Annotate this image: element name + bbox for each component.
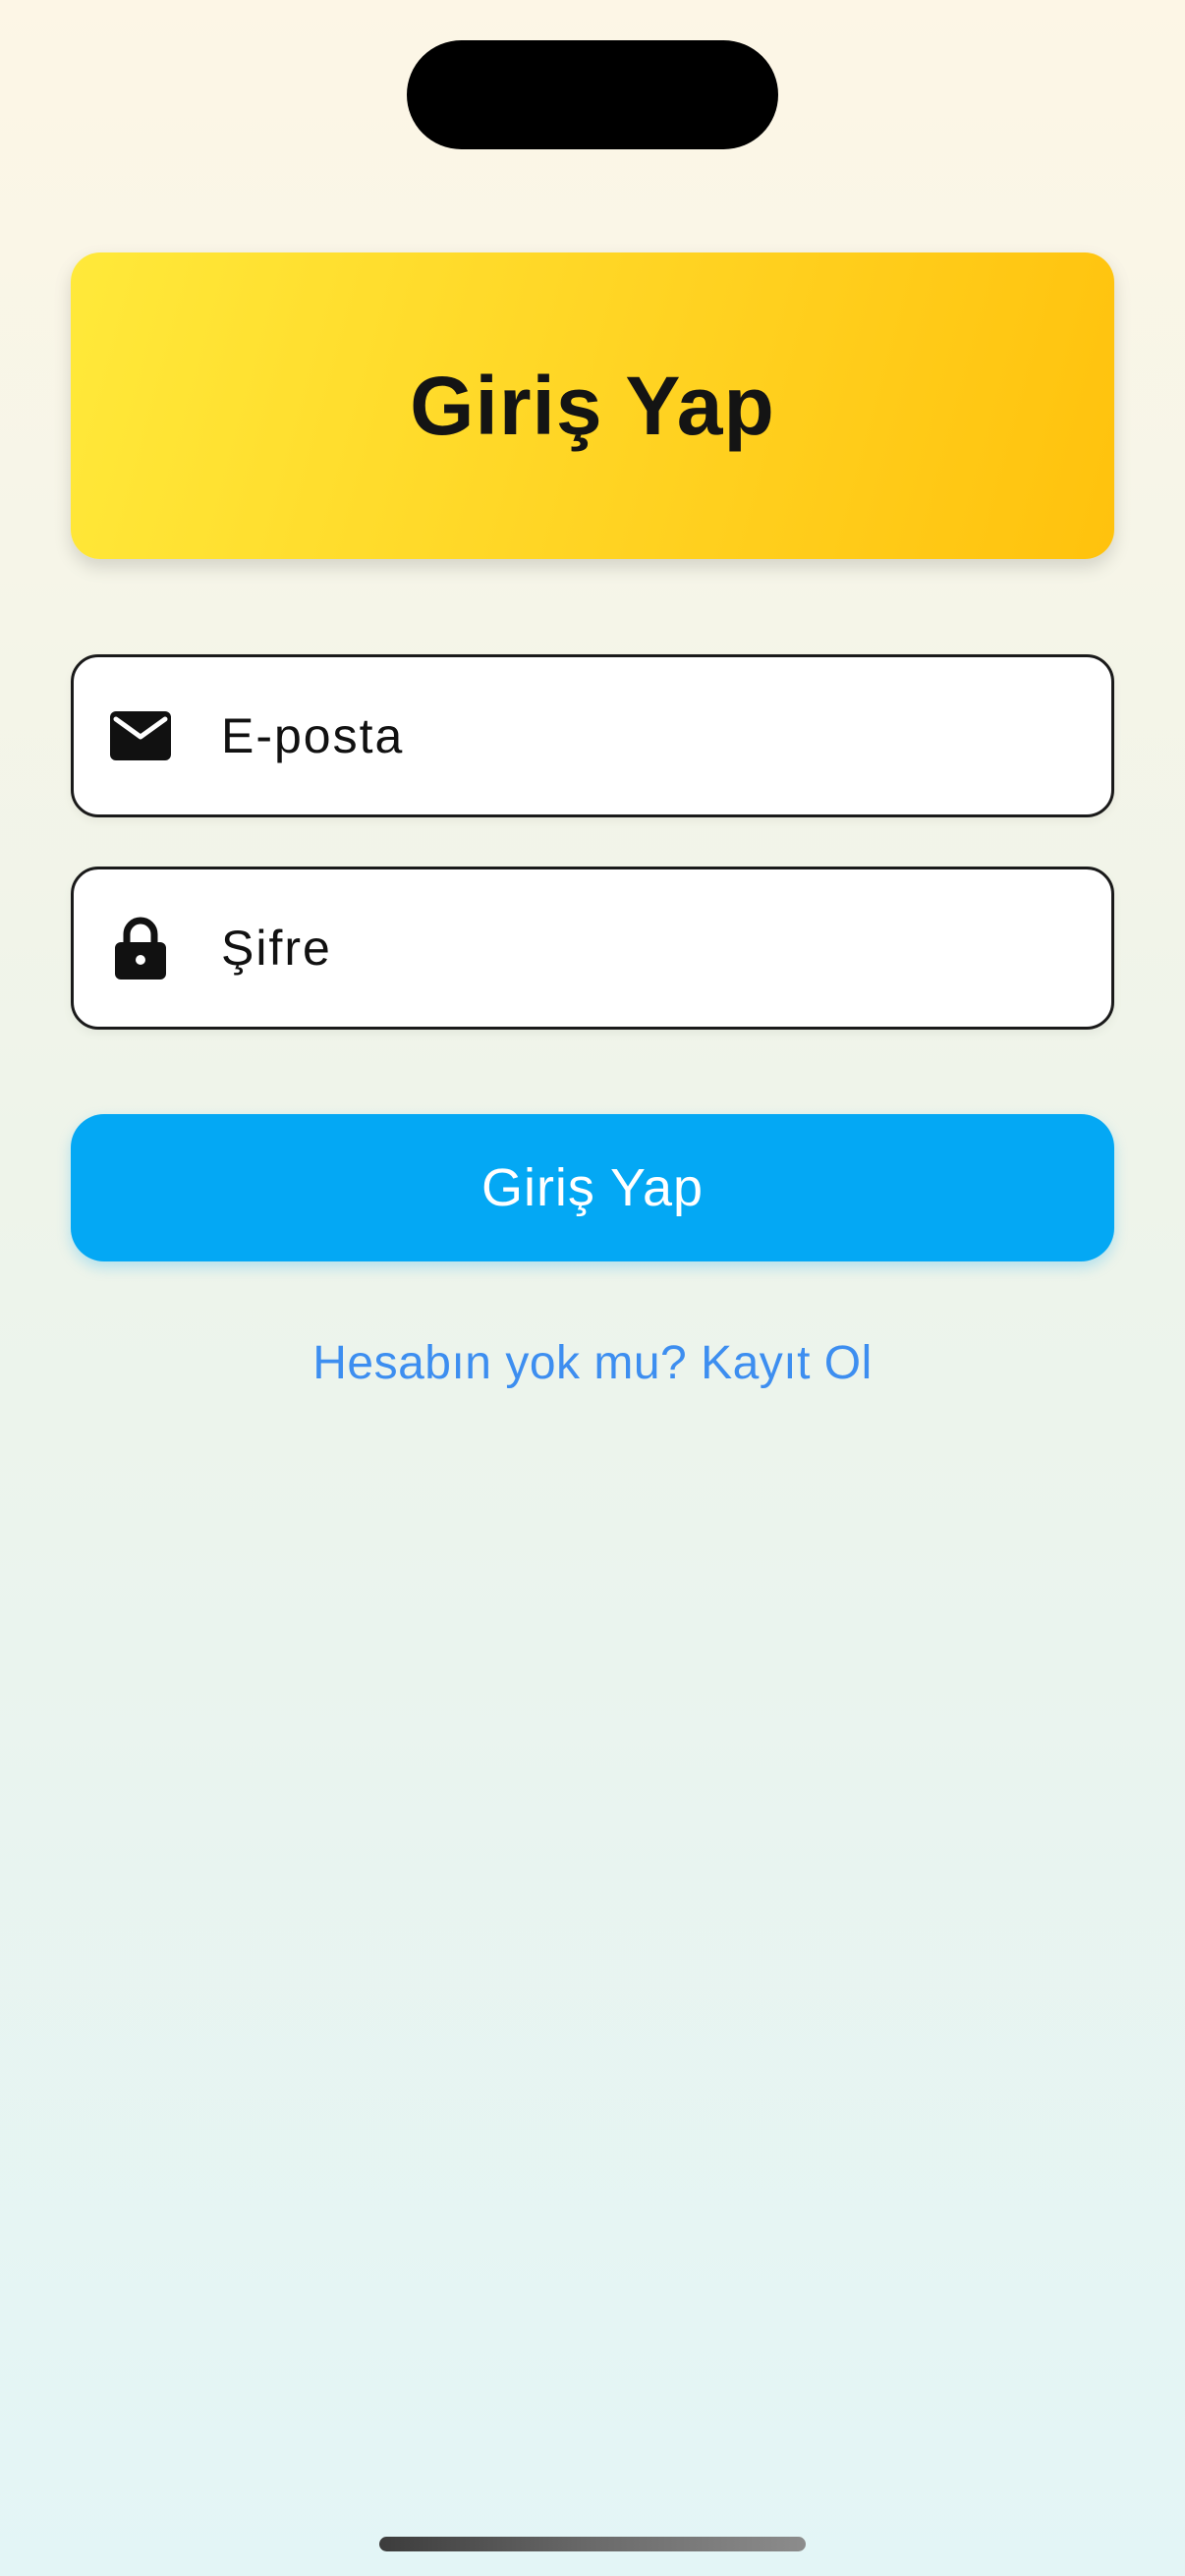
signup-link[interactable]: Hesabın yok mu? Kayıt Ol: [0, 1336, 1185, 1390]
page-title: Giriş Yap: [410, 359, 775, 452]
home-indicator[interactable]: [379, 2537, 806, 2551]
email-input[interactable]: [221, 707, 1066, 764]
dynamic-island: [407, 40, 778, 149]
lock-icon: [109, 917, 172, 980]
email-field[interactable]: [71, 654, 1114, 817]
mail-icon: [109, 704, 172, 767]
title-card: Giriş Yap: [71, 252, 1114, 559]
login-button[interactable]: Giriş Yap: [71, 1114, 1114, 1261]
password-field[interactable]: [71, 867, 1114, 1030]
password-input[interactable]: [221, 920, 1066, 977]
